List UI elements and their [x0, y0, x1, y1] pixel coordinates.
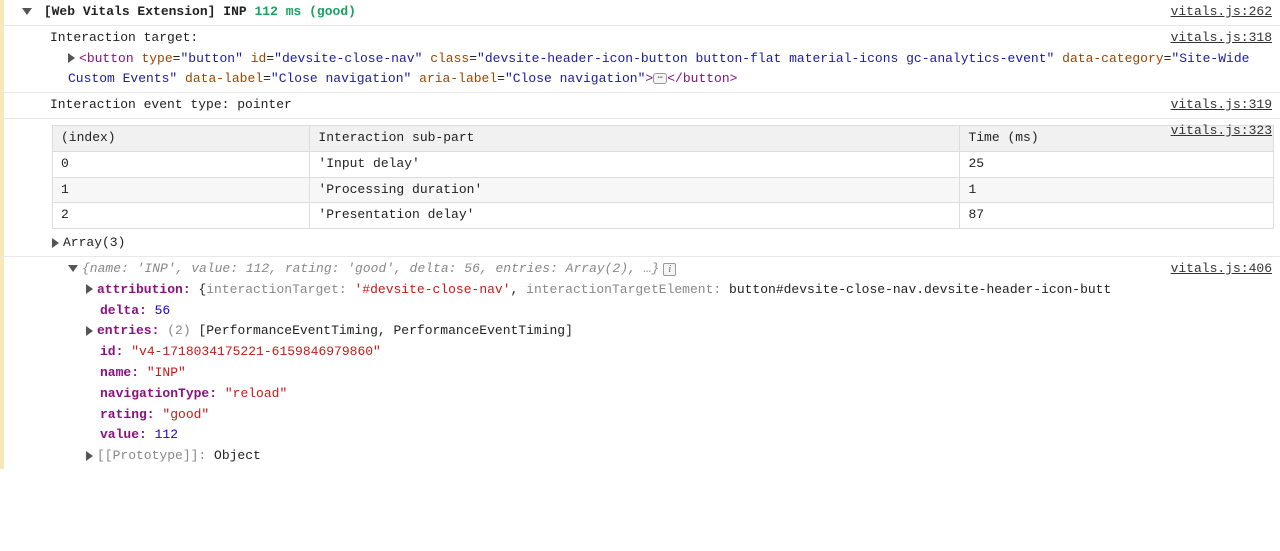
source-link[interactable]: vitals.js:319 — [1171, 95, 1272, 116]
timing-table: (index) Interaction sub-part Time (ms) 0… — [52, 125, 1274, 229]
chevron-right-icon[interactable] — [68, 53, 75, 63]
chevron-down-icon[interactable] — [22, 8, 32, 15]
source-link[interactable]: vitals.js:323 — [1171, 121, 1272, 142]
chevron-right-icon[interactable] — [86, 284, 93, 294]
array-summary[interactable]: Array(3) — [22, 233, 1274, 254]
target-label: Interaction target: — [50, 30, 198, 45]
table-row: 0 'Input delay' 25 — [53, 151, 1274, 177]
col-index: (index) — [53, 125, 310, 151]
table-row: 2 'Presentation delay' 87 — [53, 203, 1274, 229]
chevron-right-icon[interactable] — [86, 451, 93, 461]
object-prop-id: id: "v4-1718034175221-6159846979860" — [50, 342, 1274, 363]
table-row: 1 'Processing duration' 1 — [53, 177, 1274, 203]
console-row-object: vitals.js:406 {name: 'INP', value: 112, … — [0, 257, 1280, 469]
console-row-target: Interaction target: vitals.js:318 <butto… — [0, 26, 1280, 93]
event-type-text: Interaction event type: pointer — [50, 97, 292, 112]
object-prop-rating: rating: "good" — [50, 405, 1274, 426]
source-link[interactable]: vitals.js:406 — [1171, 259, 1272, 280]
chevron-down-icon[interactable] — [68, 265, 78, 272]
console-row-header: [Web Vitals Extension] INP 112 ms (good)… — [0, 0, 1280, 26]
object-summary[interactable]: {name: 'INP', value: 112, rating: 'good'… — [50, 259, 1274, 280]
ellipsis-icon[interactable]: ⋯ — [653, 73, 667, 84]
object-prop-name: name: "INP" — [50, 363, 1274, 384]
element-preview[interactable]: <button type="button" id="devsite-close-… — [50, 49, 1274, 91]
object-prop-prototype[interactable]: [[Prototype]]: Object — [50, 446, 1274, 467]
chevron-right-icon[interactable] — [52, 238, 59, 248]
console-row-event: Interaction event type: pointer vitals.j… — [0, 93, 1280, 119]
col-subpart: Interaction sub-part — [310, 125, 960, 151]
object-prop-navtype: navigationType: "reload" — [50, 384, 1274, 405]
metric-value: 112 ms — [254, 4, 301, 19]
object-prop-attribution[interactable]: attribution: {interactionTarget: '#devsi… — [50, 280, 1274, 301]
object-prop-delta: delta: 56 — [50, 301, 1274, 322]
chevron-right-icon[interactable] — [86, 326, 93, 336]
object-prop-entries[interactable]: entries: (2) [PerformanceEventTiming, Pe… — [50, 321, 1274, 342]
table-header-row: (index) Interaction sub-part Time (ms) — [53, 125, 1274, 151]
console-row-table: vitals.js:323 (index) Interaction sub-pa… — [0, 119, 1280, 257]
object-prop-value: value: 112 — [50, 425, 1274, 446]
info-icon[interactable]: i — [663, 263, 676, 276]
source-link[interactable]: vitals.js:318 — [1171, 28, 1272, 49]
metric-name: INP — [223, 4, 246, 19]
metric-rating: (good) — [309, 4, 356, 19]
ext-label: [Web Vitals Extension] — [44, 4, 216, 19]
source-link[interactable]: vitals.js:262 — [1171, 2, 1272, 23]
